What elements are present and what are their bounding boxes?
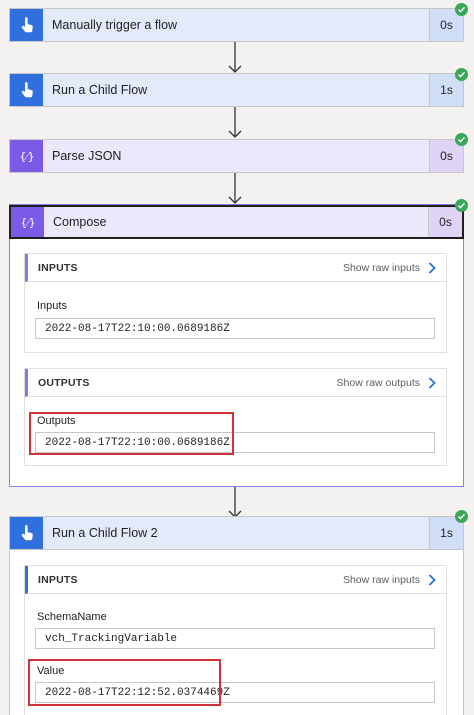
arrow-down-icon — [228, 42, 242, 73]
inputs-header: INPUTS — [38, 573, 78, 586]
hand-pointer-icon — [10, 517, 43, 549]
step-title: Run a Child Flow — [52, 83, 148, 97]
show-raw-outputs-link[interactable]: Show raw outputs — [337, 377, 436, 389]
panel-header: INPUTS Show raw inputs — [25, 254, 446, 282]
step-run-child-flow[interactable]: Run a Child Flow 1s — [9, 73, 464, 107]
svg-text:{⁄}: {⁄} — [20, 216, 35, 229]
svg-text:{⁄}: {⁄} — [19, 150, 34, 163]
step-duration: 0s — [428, 207, 462, 237]
inputs-value-field: 2022-08-17T22:10:00.0689186Z — [35, 318, 435, 339]
step-title: Run a Child Flow 2 — [52, 526, 158, 540]
show-raw-outputs-label: Show raw outputs — [336, 376, 420, 389]
panel-header: INPUTS Show raw inputs — [25, 566, 446, 594]
schema-name-field: vch_TrackingVariable — [35, 628, 435, 649]
outputs-header: OUTPUTS — [38, 376, 90, 389]
check-circle-icon — [455, 510, 468, 523]
panel-header: OUTPUTS Show raw outputs — [25, 369, 446, 397]
braces-icon: {⁄} — [11, 207, 44, 237]
show-raw-inputs-label: Show raw inputs — [342, 573, 420, 586]
outputs-highlight-box — [29, 412, 234, 455]
arrow-down-icon — [228, 107, 242, 138]
show-raw-inputs-label: Show raw inputs — [342, 261, 420, 274]
inputs-label: Inputs — [37, 300, 67, 312]
step-title: Compose — [53, 215, 107, 229]
chevron-right-icon — [428, 573, 436, 586]
compose-inputs-panel: INPUTS Show raw inputs Inputs 2022-08-17… — [24, 253, 447, 353]
chevron-right-icon — [428, 376, 436, 389]
step-run-child-flow-2[interactable]: Run a Child Flow 2 1s — [9, 516, 464, 550]
step-parse-json[interactable]: {⁄} Parse JSON 0s — [9, 139, 464, 173]
braces-icon: {⁄} — [10, 140, 43, 172]
inputs-header: INPUTS — [38, 261, 78, 274]
check-circle-icon — [455, 68, 468, 81]
chevron-right-icon — [428, 261, 436, 274]
step-compose[interactable]: {⁄} Compose 0s — [9, 205, 464, 239]
step-title: Manually trigger a flow — [52, 18, 178, 32]
hand-pointer-icon — [10, 74, 43, 106]
value-highlight-box — [28, 659, 221, 706]
arrow-down-icon — [228, 173, 242, 204]
check-circle-icon — [455, 133, 468, 146]
arrow-down-icon — [228, 487, 242, 518]
check-circle-icon — [455, 3, 468, 16]
step-title: Parse JSON — [52, 149, 122, 163]
step-manually-trigger[interactable]: Manually trigger a flow 0s — [9, 8, 464, 42]
schema-name-label: SchemaName — [37, 611, 107, 623]
hand-pointer-icon — [10, 9, 43, 41]
check-circle-icon — [455, 199, 468, 212]
show-raw-inputs-link[interactable]: Show raw inputs — [343, 262, 436, 274]
show-raw-inputs-link[interactable]: Show raw inputs — [343, 574, 436, 586]
